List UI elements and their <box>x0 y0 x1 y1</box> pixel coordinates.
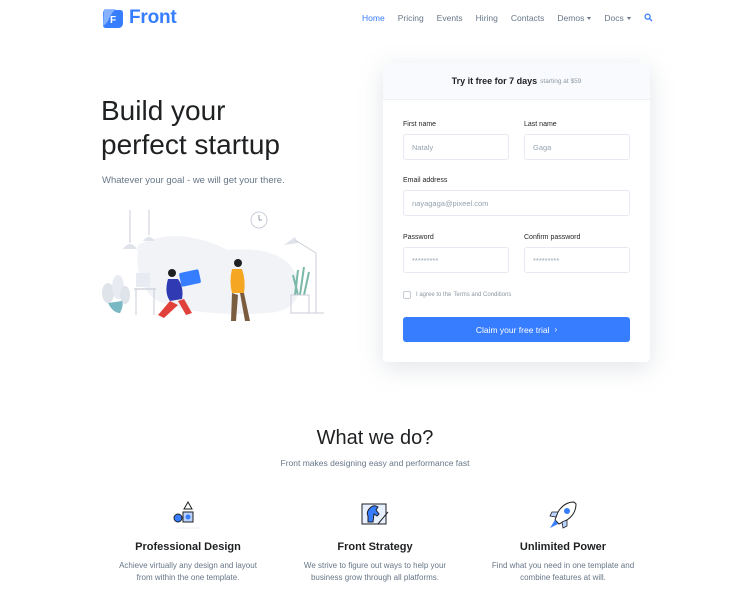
shapes-icon <box>171 498 205 532</box>
feature-description-line: Achieve virtually any design and layout <box>119 561 257 570</box>
last-name-field[interactable]: Gaga <box>524 134 630 160</box>
confirm-password-field[interactable]: ********* <box>524 247 630 273</box>
terms-checkbox[interactable] <box>403 291 411 299</box>
nav-docs[interactable]: Docs <box>604 13 631 23</box>
chevron-down-icon <box>626 16 631 20</box>
brand-name: Front <box>129 7 177 28</box>
nav-contacts-label: Contacts <box>510 13 545 23</box>
first-name-label: First name <box>403 121 437 128</box>
section-subtitle: Front makes designing easy and performan… <box>280 458 470 468</box>
brand-logo[interactable]: F Front <box>102 7 177 29</box>
rocket-icon <box>546 498 580 532</box>
nav-docs-label: Docs <box>604 13 624 23</box>
nav-home[interactable]: Home <box>362 13 385 23</box>
chess-knight-icon <box>358 498 392 532</box>
nav-events[interactable]: Events <box>437 13 463 23</box>
feature-title: Professional Design <box>135 541 241 553</box>
feature-professional-design: Professional Design Achieve virtually an… <box>103 498 273 584</box>
feature-description: Achieve virtually any design and layout … <box>103 560 273 584</box>
signup-card-header: Try it free for 7 days starting at $59 <box>383 63 650 100</box>
terms-link[interactable]: Terms and Conditions <box>453 292 511 298</box>
signup-card: Try it free for 7 days starting at $59 F… <box>383 63 650 362</box>
claim-trial-button[interactable]: Claim your free trial › <box>403 317 630 342</box>
feature-title: Unlimited Power <box>519 541 607 553</box>
hero-illustration <box>98 205 333 335</box>
svg-text:F: F <box>110 15 116 26</box>
email-label: Email address <box>403 177 448 184</box>
email-field[interactable]: nayagaga@pixeel.com <box>403 190 630 216</box>
nav-hiring-label: Hiring <box>475 13 498 23</box>
nav-contacts[interactable]: Contacts <box>511 13 545 23</box>
feature-description-line: We strive to figure out ways to help you… <box>303 561 447 570</box>
last-name-label: Last name <box>524 121 557 128</box>
feature-description-line: from within the one template. <box>136 573 240 582</box>
main-nav: Home Pricing Events Hiring Contacts Demo… <box>362 13 654 23</box>
section-title: What we do? <box>316 427 434 449</box>
chevron-right-icon: › <box>554 325 558 334</box>
hero-subtitle: Whatever your goal - we will get your th… <box>102 175 285 186</box>
hero-title-line1: Build your <box>101 95 226 126</box>
front-logo-icon: F <box>102 7 124 29</box>
first-name-field[interactable]: Nataly <box>403 134 509 160</box>
password-label: Password <box>403 234 434 241</box>
nav-pricing[interactable]: Pricing <box>398 13 424 23</box>
site-header: F Front Home Pricing Events Hiring Conta… <box>0 0 750 38</box>
nav-pricing-label: Pricing <box>397 13 424 23</box>
trial-price-note: starting at $59 <box>540 77 582 85</box>
hero-title: Build your perfect startup <box>101 94 361 162</box>
feature-front-strategy: Front Strategy We strive to figure out w… <box>290 498 460 584</box>
feature-description-line: Find what you need in one template and <box>491 561 635 570</box>
terms-row: I agree to the Terms and Conditions <box>403 291 511 299</box>
feature-description-line: combine features at will. <box>520 573 606 582</box>
feature-description: Find what you need in one template and c… <box>478 560 648 584</box>
feature-description: We strive to figure out ways to help you… <box>290 560 460 584</box>
trial-headline: Try it free for 7 days <box>451 76 538 86</box>
nav-home-label: Home <box>362 13 385 23</box>
search-icon[interactable] <box>644 13 654 23</box>
claim-trial-label: Claim your free trial <box>475 324 550 335</box>
nav-demos-label: Demos <box>557 13 585 23</box>
terms-text: I agree to the <box>416 292 452 298</box>
feature-title: Front Strategy <box>337 541 413 553</box>
chevron-down-icon <box>587 16 592 20</box>
confirm-password-label: Confirm password <box>524 234 581 241</box>
nav-hiring[interactable]: Hiring <box>476 13 498 23</box>
nav-demos[interactable]: Demos <box>557 13 592 23</box>
nav-events-label: Events <box>436 13 463 23</box>
password-field[interactable]: ********* <box>403 247 509 273</box>
hero-title-line2: perfect startup <box>101 129 280 160</box>
feature-description-line: business grow through all platforms. <box>310 573 440 582</box>
feature-unlimited-power: Unlimited Power Find what you need in on… <box>478 498 648 584</box>
